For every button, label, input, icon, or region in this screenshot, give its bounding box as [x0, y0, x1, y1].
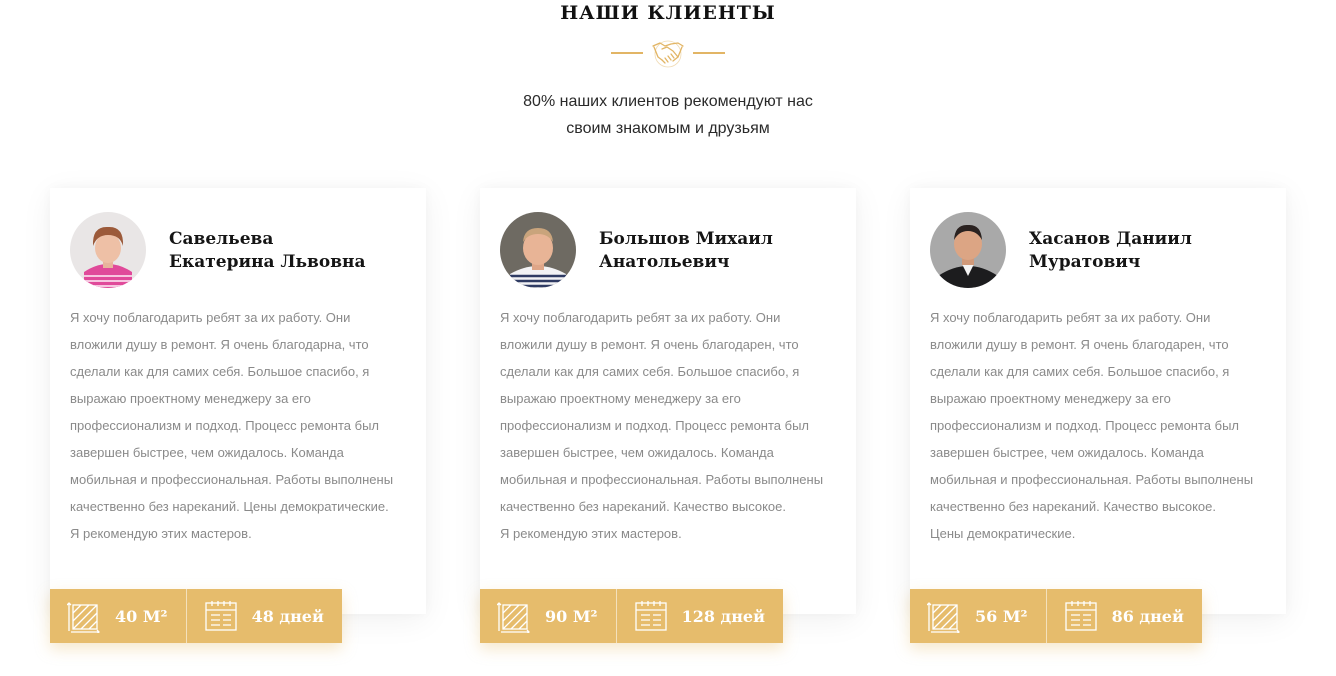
- duration-stat: 86 дней: [1045, 589, 1202, 643]
- duration-stat: 48 дней: [185, 589, 342, 643]
- review-line: выражаю проектному менеджеру за его: [930, 391, 1171, 406]
- review-text: Я хочу поблагодарить ребят за их работу.…: [930, 304, 1270, 547]
- handshake-icon: [652, 40, 684, 68]
- client-photo-3: [930, 212, 1006, 288]
- review-text: Я хочу поблагодарить ребят за их работу.…: [70, 304, 410, 547]
- review-line: профессионализм и подход. Процесс ремонт…: [500, 418, 810, 433]
- avatar: [500, 212, 576, 288]
- client-name: Савельева Екатерина Львовна: [169, 228, 409, 274]
- review-line: качественно без нареканий. Качество высо…: [930, 499, 1216, 514]
- project-stats: 40 М² 48 дней: [50, 589, 342, 643]
- review-line: вложили душу в ремонт. Я очень благодаре…: [930, 337, 1229, 352]
- review-line: Я хочу поблагодарить ребят за их работу.…: [500, 310, 781, 325]
- client-photo-1: [70, 212, 146, 288]
- review-line: мобильная и профессиональная. Работы вып…: [930, 472, 1254, 487]
- section-title: НАШИ КЛИЕНТЫ: [560, 2, 776, 24]
- review-line: вложили душу в ремонт. Я очень благодаре…: [500, 337, 799, 352]
- client-name-line: Савельева: [169, 229, 274, 249]
- area-value: 90 М²: [545, 606, 598, 626]
- area-icon: [67, 602, 100, 633]
- calendar-icon: [1064, 601, 1097, 631]
- review-line: выражаю проектному менеджеру за его: [70, 391, 311, 406]
- review-line: Я рекомендую этих мастеров.: [70, 526, 252, 541]
- review-line: качественно без нареканий. Качество высо…: [500, 499, 786, 514]
- review-card: Большов Михаил Анатольевич Я хочу поблаг…: [480, 188, 856, 643]
- duration-value: 48 дней: [251, 606, 324, 626]
- review-line: выражаю проектному менеджеру за его: [500, 391, 741, 406]
- area-value: 56 М²: [975, 606, 1028, 626]
- area-value: 40 М²: [115, 606, 168, 626]
- client-name-line: Муратович: [1029, 252, 1141, 272]
- client-name: Хасанов Даниил Муратович: [1029, 228, 1269, 274]
- subtitle-line: своим знакомым и друзьям: [566, 120, 770, 137]
- client-name-line: Большов Михаил: [599, 229, 773, 249]
- area-icon: [927, 602, 960, 633]
- review-card: Савельева Екатерина Львовна Я хочу побла…: [50, 188, 426, 643]
- review-text: Я хочу поблагодарить ребят за их работу.…: [500, 304, 840, 547]
- client-name-line: Хасанов Даниил: [1029, 229, 1192, 249]
- area-stat: 90 М²: [480, 589, 616, 643]
- review-line: завершен быстрее, чем ожидалось. Команда: [70, 445, 344, 460]
- calendar-icon: [204, 601, 237, 631]
- review-line: Я рекомендую этих мастеров.: [500, 526, 682, 541]
- divider-line-left: [611, 52, 643, 54]
- review-line: завершен быстрее, чем ожидалось. Команда: [500, 445, 774, 460]
- duration-value: 86 дней: [1111, 606, 1184, 626]
- review-card: Хасанов Даниил Муратович Я хочу поблагод…: [910, 188, 1286, 643]
- review-line: Я хочу поблагодарить ребят за их работу.…: [70, 310, 351, 325]
- review-line: Я хочу поблагодарить ребят за их работу.…: [930, 310, 1211, 325]
- review-line: качественно без нареканий. Цены демократ…: [70, 499, 389, 514]
- client-name-line: Екатерина Львовна: [169, 252, 366, 272]
- review-line: завершен быстрее, чем ожидалось. Команда: [930, 445, 1204, 460]
- client-name: Большов Михаил Анатольевич: [599, 228, 839, 274]
- client-name-line: Анатольевич: [599, 252, 730, 272]
- review-line: сделали как для самих себя. Большое спас…: [930, 364, 1230, 379]
- avatar: [930, 212, 1006, 288]
- review-line: сделали как для самих себя. Большое спас…: [70, 364, 370, 379]
- review-line: мобильная и профессиональная. Работы вып…: [500, 472, 824, 487]
- review-line: вложили душу в ремонт. Я очень благодарн…: [70, 337, 369, 352]
- client-photo-2: [500, 212, 576, 288]
- subtitle-line: 80% наших клиентов рекомендуют нас: [523, 93, 813, 110]
- avatar: [70, 212, 146, 288]
- section-divider: [0, 38, 1336, 68]
- calendar-icon: [634, 601, 667, 631]
- area-icon: [497, 602, 530, 633]
- review-line: профессионализм и подход. Процесс ремонт…: [70, 418, 380, 433]
- review-line: Цены демократические.: [930, 526, 1076, 541]
- area-stat: 40 М²: [50, 589, 186, 643]
- review-line: профессионализм и подход. Процесс ремонт…: [930, 418, 1240, 433]
- section-subtitle: 80% наших клиентов рекомендуют нас своим…: [0, 88, 1336, 142]
- duration-stat: 128 дней: [615, 589, 783, 643]
- area-stat: 56 М²: [910, 589, 1046, 643]
- project-stats: 90 М² 128 дней: [480, 589, 783, 643]
- review-line: мобильная и профессиональная. Работы вып…: [70, 472, 394, 487]
- duration-value: 128 дней: [681, 606, 765, 626]
- review-line: сделали как для самих себя. Большое спас…: [500, 364, 800, 379]
- divider-line-right: [693, 52, 725, 54]
- project-stats: 56 М² 86 дней: [910, 589, 1202, 643]
